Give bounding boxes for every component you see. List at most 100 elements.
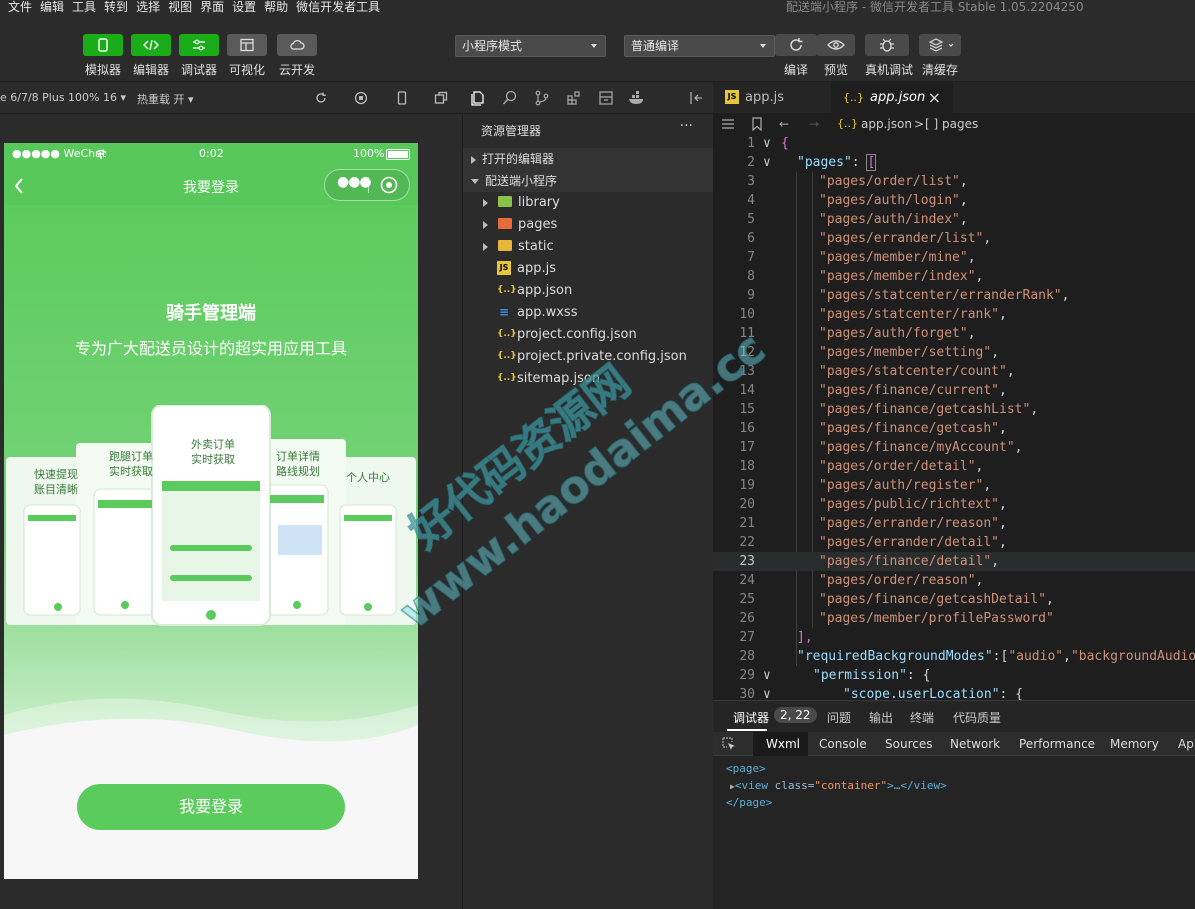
tab-performance[interactable]: Performance (1019, 737, 1095, 751)
code-text: "pages/errander/list", (819, 231, 992, 246)
simulator-button[interactable]: 模拟器 (83, 34, 123, 78)
breadcrumb-file[interactable]: app.json (861, 114, 912, 134)
tab-app-json[interactable]: {..} app.json × (831, 82, 953, 114)
simulator-toolbar: e 6/7/8 Plus 100% 16 ▾ 热重载 开 ▾ (0, 82, 462, 114)
code-line: 6 "pages/errander/list", (713, 229, 1195, 248)
cloud-button[interactable]: 云开发 (277, 34, 317, 78)
file-tree-item[interactable]: JS app.js (463, 258, 714, 280)
fold-chevron-icon[interactable]: ∨ (763, 134, 771, 153)
open-editors-section[interactable]: 打开的编辑器 (463, 148, 714, 170)
files-icon[interactable] (470, 90, 486, 106)
file-name: library (518, 195, 560, 210)
login-button[interactable]: 我要登录 (77, 784, 345, 830)
code-editor[interactable]: 1 ∨ {2 ∨ "pages": [3 "pages/order/list", 4 "pag… (713, 134, 1195, 700)
file-tree-item[interactable]: library (463, 192, 714, 214)
arrow-right-icon[interactable]: → (809, 114, 819, 134)
menu-edit[interactable]: 编辑 (40, 0, 64, 14)
code-text: "pages/finance/getcashDetail", (819, 592, 1054, 607)
code-text: "pages/finance/myAccount", (819, 440, 1023, 455)
file-name: pages (518, 217, 558, 232)
code-icon (131, 34, 171, 56)
wxml-node-page[interactable]: <page> (726, 762, 766, 775)
real-device-debug-button[interactable]: 真机调试 (865, 34, 913, 78)
inspect-element-icon[interactable] (722, 737, 736, 751)
code-line: 19 "pages/auth/register", (713, 476, 1195, 495)
stop-icon[interactable] (354, 91, 368, 105)
arrow-left-icon[interactable]: ← (779, 114, 789, 134)
tab-sources[interactable]: Sources (885, 737, 932, 751)
menu-help[interactable]: 帮助 (264, 0, 288, 14)
close-icon[interactable]: × (928, 82, 941, 114)
collapse-panel-icon[interactable] (688, 90, 704, 106)
device-select[interactable]: e 6/7/8 Plus 100% 16 ▾ (0, 91, 126, 104)
detach-window-icon[interactable] (434, 91, 448, 105)
compile-button[interactable]: 编译 (775, 34, 817, 78)
promo-label: 账目清晰 (34, 483, 78, 496)
menu-file[interactable]: 文件 (8, 0, 32, 14)
fold-chevron-icon[interactable]: ∨ (763, 666, 771, 685)
tab-debugger[interactable]: 调试器 (733, 709, 769, 726)
tab-app[interactable]: App (1178, 737, 1195, 751)
visualize-button[interactable]: 可视化 (227, 34, 267, 78)
clear-cache-button[interactable]: 清缓存 (919, 34, 961, 78)
menu-select[interactable]: 选择 (136, 0, 160, 14)
mode-select[interactable]: 小程序模式 (455, 35, 606, 57)
tab-wxml[interactable]: Wxml (766, 737, 800, 751)
more-options-icon[interactable]: ··· (680, 118, 693, 134)
menu-interface[interactable]: 界面 (200, 0, 224, 14)
js-file-icon: JS (725, 89, 739, 104)
menu-tools[interactable]: 工具 (72, 0, 96, 14)
menu-view[interactable]: 视图 (168, 0, 192, 14)
file-tree-item[interactable]: {..}sitemap.json (463, 368, 714, 390)
tab-code-quality[interactable]: 代码质量 (953, 709, 1001, 726)
file-tree-item[interactable]: ≡ app.wxss (463, 302, 714, 324)
docker-icon[interactable] (628, 90, 646, 106)
folder-icon (498, 196, 512, 207)
compile-mode-select[interactable]: 普通编译 (624, 35, 775, 57)
file-tree-item[interactable]: {..}project.config.json (463, 324, 714, 346)
eye-icon (817, 34, 855, 56)
tab-problems[interactable]: 问题 (827, 709, 851, 726)
extensions-icon[interactable] (566, 90, 582, 106)
breadcrumb-node[interactable]: [ ] pages (925, 114, 978, 134)
more-dots-icon[interactable]: ●●● (337, 174, 372, 190)
fold-chevron-icon[interactable]: ∨ (763, 685, 771, 700)
project-section[interactable]: 配送端小程序 (463, 170, 714, 192)
tab-network[interactable]: Network (950, 737, 1000, 751)
signal-indicator: ●●●●● WeChat (12, 147, 107, 160)
list-icon[interactable] (721, 118, 735, 130)
preview-button[interactable]: 预览 (817, 34, 855, 78)
rotate-icon[interactable] (314, 91, 328, 105)
file-tree-item[interactable]: {..}project.private.config.json (463, 346, 714, 368)
tab-app-js[interactable]: JS app.js (713, 82, 831, 114)
fold-chevron-icon[interactable]: ∨ (763, 153, 771, 172)
phone-icon[interactable] (395, 91, 409, 105)
search-icon[interactable] (502, 90, 518, 106)
wxml-node-view[interactable]: ▶<view class="container">…</view> (730, 779, 947, 792)
tab-terminal[interactable]: 终端 (910, 709, 934, 726)
file-tree-item[interactable]: {..}app.json (463, 280, 714, 302)
file-tree-item[interactable]: pages (463, 214, 714, 236)
hot-reload-toggle[interactable]: 热重载 开 ▾ (137, 91, 194, 107)
code-line: 18 "pages/order/detail", (713, 457, 1195, 476)
source-control-icon[interactable] (534, 90, 550, 106)
mini-program-capsule: ●●● (324, 169, 410, 201)
debugger-button[interactable]: 调试器 (179, 34, 219, 78)
refresh-icon (775, 34, 817, 56)
tab-output[interactable]: 输出 (869, 709, 893, 726)
menu-settings[interactable]: 设置 (232, 0, 256, 14)
code-line: 26 "pages/member/profilePassword" (713, 609, 1195, 628)
menu-goto[interactable]: 转到 (104, 0, 128, 14)
tab-memory[interactable]: Memory (1110, 737, 1159, 751)
line-number: 10 (739, 307, 755, 322)
tab-console[interactable]: Console (819, 737, 867, 751)
status-time: 0:02 (199, 147, 224, 160)
close-circle-icon[interactable] (380, 176, 398, 194)
phone-icon (83, 34, 123, 56)
bookmark-icon[interactable] (751, 117, 763, 131)
editor-button[interactable]: 编辑器 (131, 34, 171, 78)
file-tree-item[interactable]: static (463, 236, 714, 258)
code-text: "pages/finance/detail", (819, 554, 1000, 569)
menu-wechat-devtools[interactable]: 微信开发者工具 (296, 0, 380, 14)
storage-icon[interactable] (598, 90, 614, 106)
